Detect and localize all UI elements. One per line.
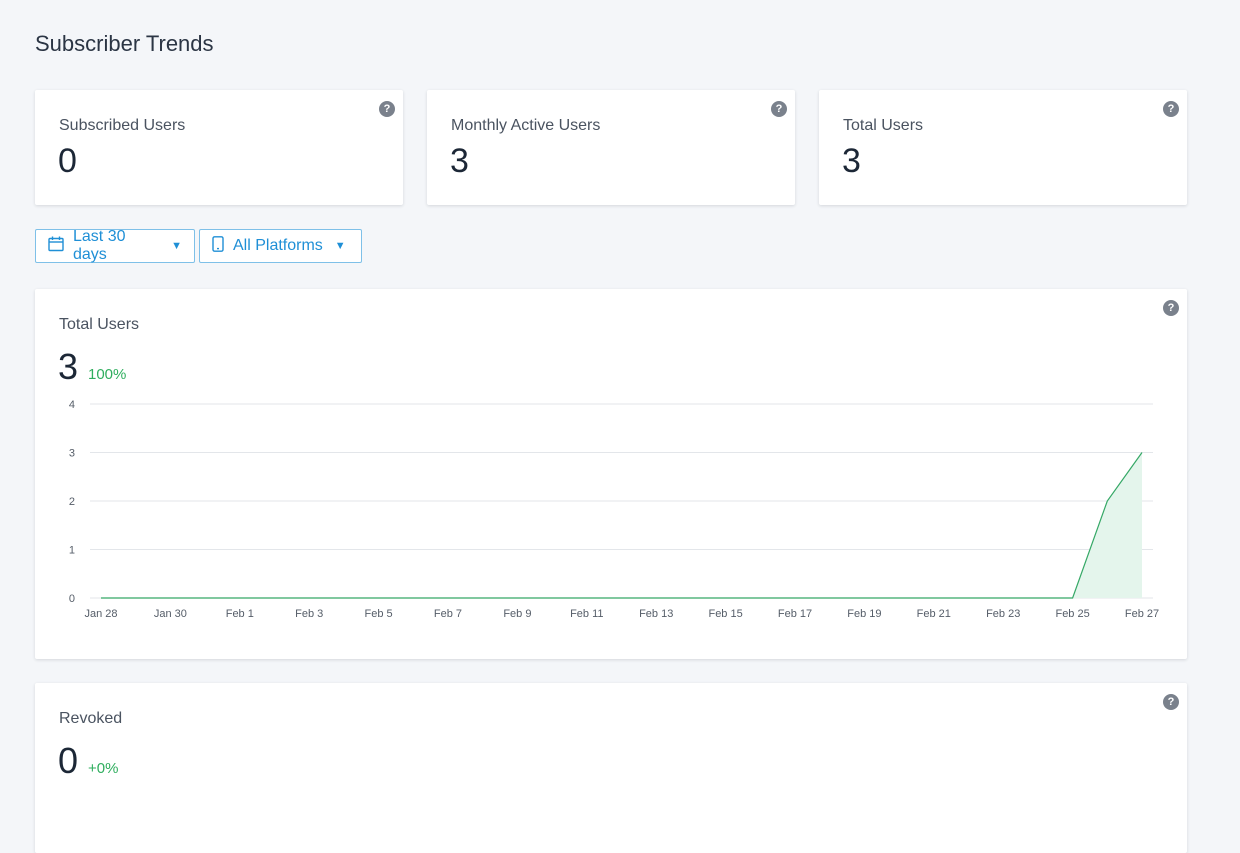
total-users-chart-card: ? Total Users 3 100% 0 1 2 3 4 Jan 28 Jan 30 Fe… [35, 289, 1187, 659]
help-icon[interactable]: ? [771, 101, 787, 117]
data-point [829, 597, 831, 599]
data-point [586, 597, 588, 599]
help-icon[interactable]: ? [1163, 101, 1179, 117]
x-tick-label: Feb 3 [295, 608, 323, 620]
y-tick-label: 3 [69, 448, 75, 460]
stat-card-monthly-active-users: ? Monthly Active Users 3 [427, 90, 795, 205]
stat-label: Subscribed Users [59, 117, 186, 134]
x-tick-label: Feb 19 [847, 608, 881, 620]
data-point [447, 597, 449, 599]
x-tick-label: Feb 21 [917, 608, 951, 620]
x-tick-label: Jan 28 [84, 608, 117, 620]
x-tick-label: Feb 1 [226, 608, 254, 620]
y-tick-label: 4 [69, 399, 75, 411]
series-line [101, 452, 1143, 599]
x-tick-label: Feb 5 [365, 608, 393, 620]
x-tick-label: Feb 13 [639, 608, 673, 620]
stat-value: 0 [58, 142, 77, 180]
help-icon[interactable]: ? [379, 101, 395, 117]
data-point [274, 597, 276, 599]
x-tick-label: Feb 25 [1055, 608, 1089, 620]
data-point [1107, 500, 1109, 502]
data-point [794, 597, 796, 599]
platform-dropdown[interactable]: All Platforms ▼ [199, 229, 362, 263]
data-point [378, 597, 380, 599]
date-range-dropdown[interactable]: Last 30 days ▼ [35, 228, 195, 263]
stat-card-subscribed-users: ? Subscribed Users 0 [35, 90, 403, 205]
x-tick-label: Feb 23 [986, 608, 1020, 620]
platform-label: All Platforms [233, 237, 323, 254]
x-tick-label: Feb 7 [434, 608, 462, 620]
data-point [100, 597, 102, 599]
stat-value: 3 [842, 142, 861, 180]
series-area [101, 452, 1142, 598]
data-point [343, 597, 345, 599]
data-point [1002, 597, 1004, 599]
chevron-down-icon: ▼ [334, 240, 346, 252]
revoked-value: 0 [58, 740, 79, 781]
data-point [621, 597, 623, 599]
data-point [1141, 452, 1143, 454]
stat-card-total-users: ? Total Users 3 [819, 90, 1187, 205]
data-point [308, 597, 310, 599]
mobile-phone-icon [212, 235, 224, 257]
x-tick-label: Jan 30 [154, 608, 187, 620]
chevron-down-icon: ▼ [171, 240, 182, 252]
data-point [413, 597, 415, 599]
data-point [517, 597, 519, 599]
y-tick-label: 0 [69, 593, 75, 605]
data-point [725, 597, 727, 599]
data-point [968, 597, 970, 599]
data-point [933, 597, 935, 599]
revoked-delta: +0% [88, 760, 119, 777]
y-tick-label: 2 [69, 496, 75, 508]
data-point [690, 597, 692, 599]
data-point [204, 597, 206, 599]
data-point [864, 597, 866, 599]
calendar-icon [48, 236, 64, 257]
data-point [239, 597, 241, 599]
date-range-label: Last 30 days [73, 228, 126, 263]
data-point [170, 597, 172, 599]
data-point [1072, 597, 1074, 599]
stat-label: Monthly Active Users [451, 117, 601, 134]
y-tick-label: 1 [69, 545, 75, 557]
x-tick-label: Feb 11 [570, 608, 603, 620]
total-users-line-chart: 0 1 2 3 4 Jan 28 Jan 30 Feb 1 Feb 3 Feb 5 Feb 7 Feb… [69, 399, 1159, 620]
revoked-label: Revoked [59, 710, 123, 727]
data-point [655, 597, 657, 599]
x-tick-label: Feb 9 [503, 608, 531, 620]
stat-label: Total Users [843, 117, 924, 134]
data-point [135, 597, 137, 599]
data-point [898, 597, 900, 599]
x-tick-label: Feb 15 [708, 608, 742, 620]
page-title: Subscriber Trends [35, 31, 214, 56]
data-point [482, 597, 484, 599]
data-point [551, 597, 553, 599]
x-tick-label: Feb 17 [778, 608, 812, 620]
revoked-card: ? Revoked 0 +0% [35, 683, 1187, 853]
help-icon[interactable]: ? [1163, 694, 1179, 710]
stat-value: 3 [450, 142, 469, 180]
x-tick-label: Feb 27 [1125, 608, 1159, 620]
data-point [1037, 597, 1039, 599]
data-point [760, 597, 762, 599]
